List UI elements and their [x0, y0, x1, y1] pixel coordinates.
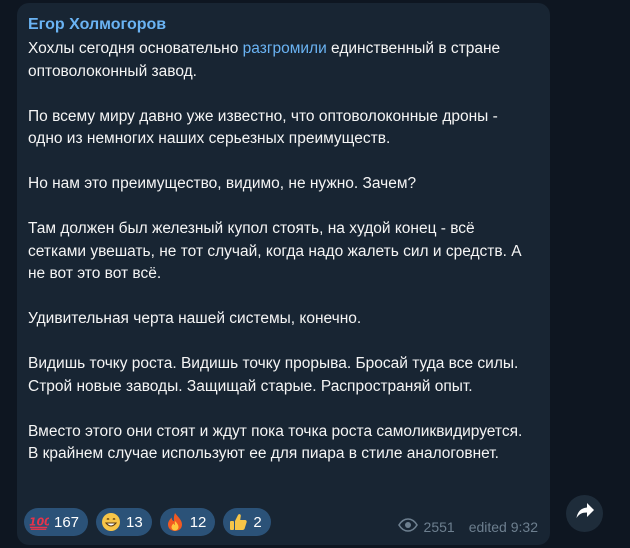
reaction-count: 12 — [189, 513, 207, 531]
reaction-count: 13 — [126, 513, 143, 531]
edited-time: edited 9:32 — [468, 518, 538, 535]
paragraph: Видишь точку роста. Видишь точку прорыва… — [28, 355, 519, 395]
svg-text:100: 100 — [29, 516, 49, 529]
reactions-bar: 100 167 13 — [24, 508, 271, 536]
message-text: Хохлы сегодня основательно разгромили ед… — [28, 38, 536, 466]
grinning-face-icon — [101, 512, 121, 532]
paragraph: Но нам это преимущество, видимо, не нужн… — [28, 175, 417, 192]
chat-background: Егор Холмогоров Хохлы сегодня основатель… — [0, 0, 630, 548]
fire-icon — [165, 512, 185, 532]
hundred-points-icon: 100 — [29, 512, 49, 532]
paragraph: Хохлы сегодня основательно разгромили ед… — [28, 38, 536, 83]
paragraph: Там должен был железный купол стоять, на… — [28, 220, 522, 282]
paragraph: По всему миру давно уже известно, что оп… — [28, 107, 498, 148]
message-link[interactable]: разгромили — [243, 40, 327, 57]
reaction-hundred[interactable]: 100 167 — [24, 508, 89, 536]
share-button[interactable] — [566, 495, 603, 532]
paragraph-text: Хохлы сегодня основательно — [28, 40, 243, 57]
eye-icon — [397, 518, 424, 535]
reaction-count: 167 — [54, 513, 80, 531]
message-meta: 2551 edited 9:32 — [397, 518, 538, 535]
reaction-fire[interactable]: 12 — [159, 508, 216, 536]
message-bubble[interactable]: Егор Холмогоров Хохлы сегодня основатель… — [17, 3, 550, 545]
views-count: 2551 — [423, 518, 455, 535]
reaction-count: 2 — [253, 513, 262, 531]
paragraph: Удивительная черта нашей системы, конечн… — [28, 310, 362, 327]
thumbs-up-icon — [228, 512, 248, 532]
author-name[interactable]: Егор Холмогоров — [28, 15, 536, 35]
reaction-grin[interactable]: 13 — [96, 508, 152, 536]
paragraph: Вместо этого они стоят и ждут пока точка… — [28, 422, 523, 463]
share-arrow-icon — [575, 502, 595, 525]
reaction-thumbs-up[interactable]: 2 — [223, 508, 271, 536]
